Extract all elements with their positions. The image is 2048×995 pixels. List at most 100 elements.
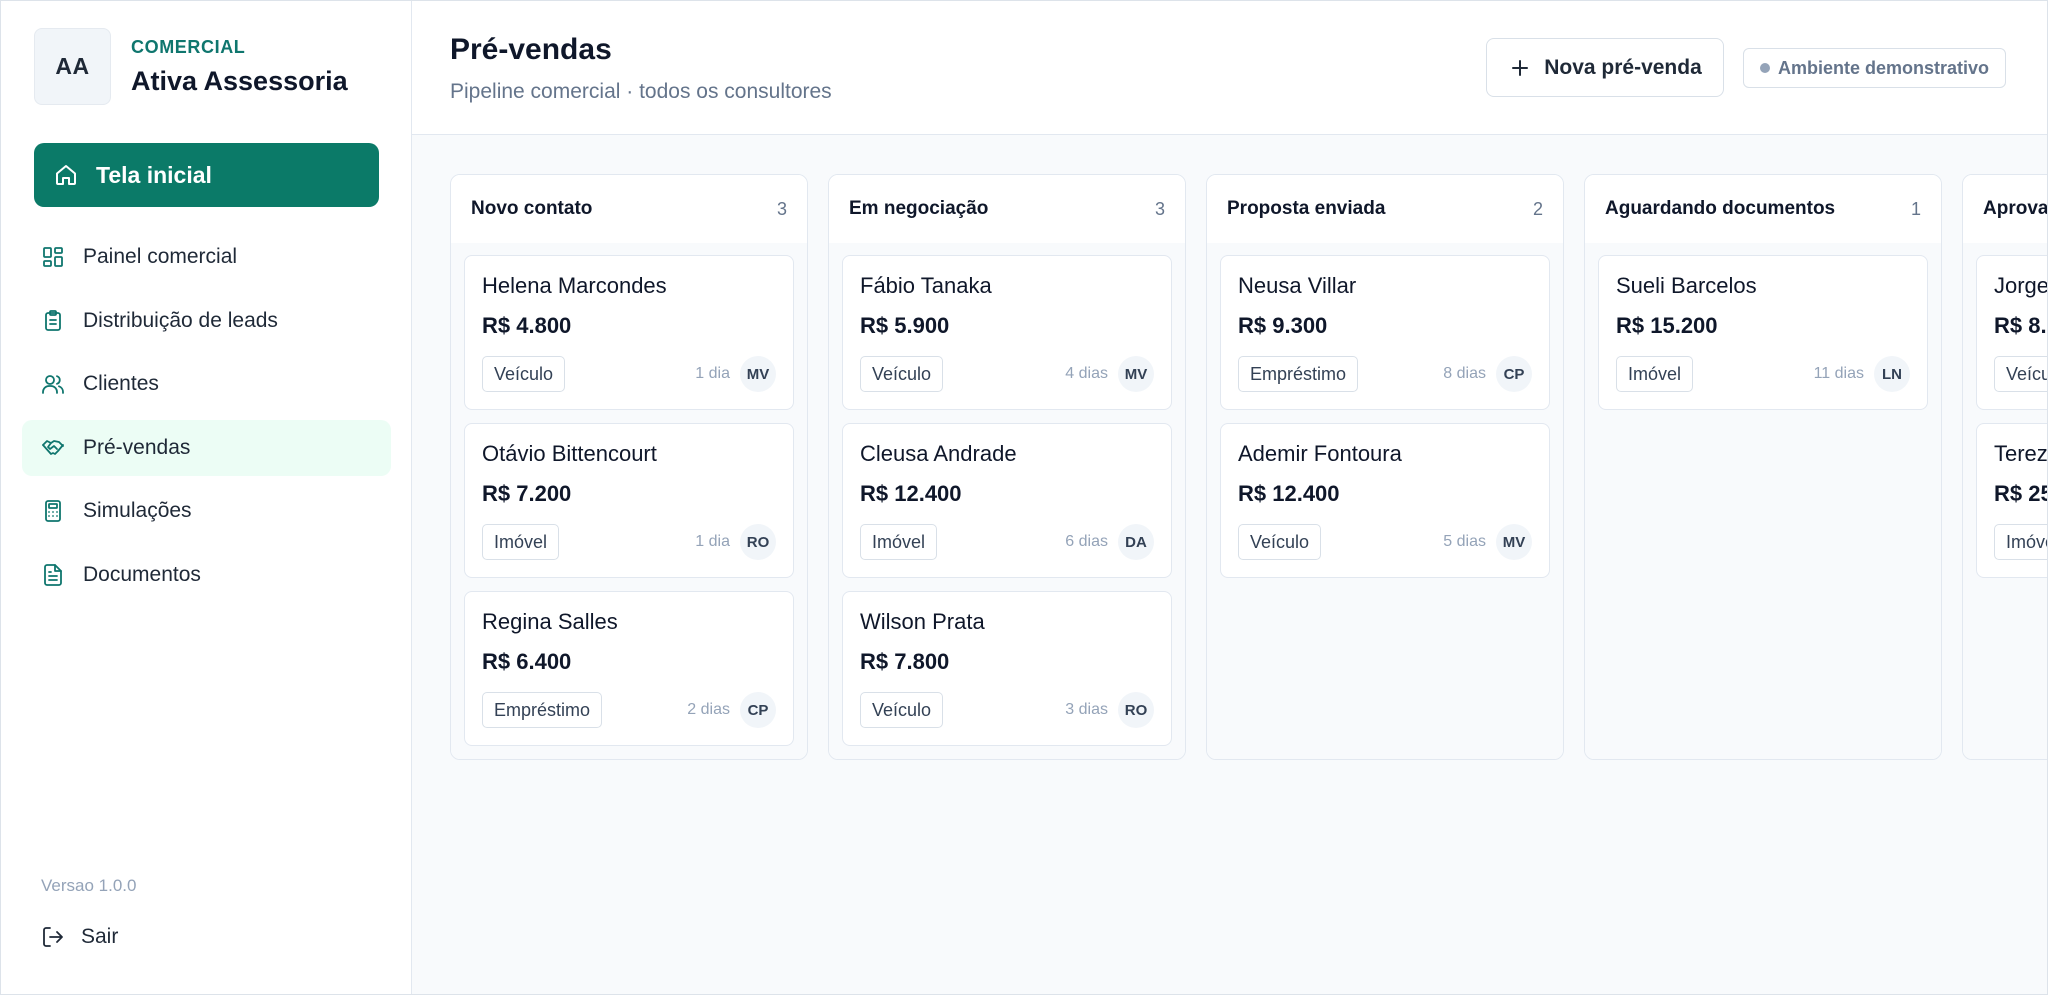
column-header: Aguardando documentos 1 bbox=[1585, 175, 1941, 243]
deal-card[interactable]: Regina Salles R$ 6.400 Empréstimo 2 dias… bbox=[464, 591, 794, 746]
owner-avatar: CP bbox=[740, 692, 776, 728]
app-version: Versao 1.0.0 bbox=[41, 876, 137, 895]
card-meta: 1 dia RO bbox=[695, 524, 776, 560]
card-meta: 6 dias DA bbox=[1065, 524, 1154, 560]
deal-card[interactable]: Helena Marcondes R$ 4.800 Veículo 1 dia … bbox=[464, 255, 794, 410]
deal-value: R$ 7.200 bbox=[482, 481, 572, 506]
sidebar-item-label: Pré-vendas bbox=[83, 435, 191, 459]
client-name: Neusa Villar bbox=[1238, 273, 1357, 298]
owner-avatar: MV bbox=[740, 356, 776, 392]
product-tag: Veículo bbox=[482, 356, 566, 392]
card-footer: Empréstimo 8 dias CP bbox=[1238, 356, 1532, 392]
column-title: Aguardando documentos bbox=[1605, 198, 1836, 219]
sidebar-item-simulacoes[interactable]: Simulações bbox=[22, 483, 391, 539]
deal-card[interactable]: Terez R$ 25 Imóve bbox=[1976, 423, 2047, 578]
users-icon bbox=[41, 372, 65, 396]
column-body: Neusa Villar R$ 9.300 Empréstimo 8 dias … bbox=[1207, 243, 1563, 759]
deal-age: 2 dias bbox=[687, 701, 730, 718]
column-count: 3 bbox=[1154, 198, 1165, 219]
brand-avatar: AA bbox=[34, 28, 111, 105]
owner-avatar: RO bbox=[1118, 692, 1154, 728]
owner-avatar: DA bbox=[1118, 524, 1154, 560]
sidebar-item-distribuicao-de-leads[interactable]: Distribuição de leads bbox=[22, 293, 391, 349]
column-header: Novo contato 3 bbox=[451, 175, 807, 243]
deal-card[interactable]: Neusa Villar R$ 9.300 Empréstimo 8 dias … bbox=[1220, 255, 1550, 410]
owner-avatar: RO bbox=[740, 524, 776, 560]
deal-card[interactable]: Otávio Bittencourt R$ 7.200 Imóvel 1 dia… bbox=[464, 423, 794, 578]
new-pre-sale-button[interactable]: Nova pré-venda bbox=[1486, 38, 1724, 97]
owner-avatar: MV bbox=[1496, 524, 1532, 560]
document-icon bbox=[41, 563, 65, 587]
deal-value: R$ 12.400 bbox=[1238, 481, 1340, 506]
page-subtitle: Pipeline comercial · todos os consultore… bbox=[450, 80, 832, 103]
column-body: Fábio Tanaka R$ 5.900 Veículo 4 dias MV … bbox=[829, 243, 1185, 759]
card-meta: 4 dias MV bbox=[1065, 356, 1154, 392]
deal-age: 5 dias bbox=[1443, 533, 1486, 550]
column-body: Jorge R$ 8. Veícu Terez R$ 25 Imóve bbox=[1963, 243, 2047, 759]
deal-card[interactable]: Jorge R$ 8. Veícu bbox=[1976, 255, 2047, 410]
sidebar-item-documentos[interactable]: Documentos bbox=[22, 547, 391, 603]
sidebar-item-painel-comercial[interactable]: Painel comercial bbox=[22, 229, 391, 285]
deal-age: 8 dias bbox=[1443, 365, 1486, 382]
product-tag: Veículo bbox=[860, 692, 944, 728]
sidebar-item-label: Documentos bbox=[83, 562, 201, 586]
sidebar-item-clientes[interactable]: Clientes bbox=[22, 356, 391, 412]
client-name: Sueli Barcelos bbox=[1616, 273, 1757, 298]
deal-age: 11 dias bbox=[1813, 365, 1864, 382]
column-count: 1 bbox=[1910, 198, 1921, 219]
column-title: Novo contato bbox=[471, 198, 593, 219]
pipeline-column: Aguardando documentos 1 Sueli Barcelos R… bbox=[1584, 174, 1942, 760]
logout-button[interactable]: Sair bbox=[41, 925, 118, 949]
card-meta: 2 dias CP bbox=[687, 692, 776, 728]
deal-value: R$ 15.200 bbox=[1616, 313, 1718, 338]
app-window: AA COMERCIAL Ativa Assessoria Tela inici… bbox=[0, 0, 2048, 995]
pipeline-column: Novo contato 3 Helena Marcondes R$ 4.800… bbox=[450, 174, 808, 760]
column-body: Helena Marcondes R$ 4.800 Veículo 1 dia … bbox=[451, 243, 807, 759]
card-meta: 3 dias RO bbox=[1065, 692, 1154, 728]
client-name: Cleusa Andrade bbox=[860, 441, 1017, 466]
card-footer: Veículo 3 dias RO bbox=[860, 692, 1154, 728]
card-meta: 5 dias MV bbox=[1443, 524, 1532, 560]
sidebar-item-pre-vendas[interactable]: Pré-vendas bbox=[22, 419, 391, 476]
deal-value: R$ 7.800 bbox=[860, 649, 950, 674]
column-title: Em negociação bbox=[849, 198, 989, 219]
brand-name: Ativa Assessoria bbox=[131, 65, 348, 96]
owner-avatar: MV bbox=[1118, 356, 1154, 392]
home-button-label: Tela inicial bbox=[96, 161, 212, 188]
card-footer: Veícu bbox=[1994, 356, 2047, 392]
sidebar-item-label: Clientes bbox=[83, 372, 159, 395]
card-meta: 11 dias LN bbox=[1814, 356, 1910, 392]
pipeline-column: Em negociação 3 Fábio Tanaka R$ 5.900 Ve… bbox=[828, 174, 1186, 760]
column-count: 3 bbox=[776, 198, 787, 219]
deal-card[interactable]: Ademir Fontoura R$ 12.400 Veículo 5 dias… bbox=[1220, 423, 1550, 578]
card-footer: Imóve bbox=[1994, 524, 2047, 560]
deal-value: R$ 25 bbox=[1994, 481, 2047, 506]
column-count: 2 bbox=[1532, 198, 1543, 219]
deal-age: 3 dias bbox=[1065, 701, 1108, 718]
deal-card[interactable]: Cleusa Andrade R$ 12.400 Imóvel 6 dias D… bbox=[842, 423, 1172, 578]
card-footer: Imóvel 1 dia RO bbox=[482, 524, 776, 560]
client-name: Wilson Prata bbox=[860, 609, 985, 634]
plus-icon bbox=[1508, 56, 1532, 80]
new-pre-sale-label: Nova pré-venda bbox=[1544, 55, 1702, 79]
client-name: Fábio Tanaka bbox=[860, 273, 992, 298]
client-name: Terez bbox=[1994, 441, 2047, 466]
owner-avatar: CP bbox=[1496, 356, 1532, 392]
deal-card[interactable]: Fábio Tanaka R$ 5.900 Veículo 4 dias MV bbox=[842, 255, 1172, 410]
client-name: Helena Marcondes bbox=[482, 273, 667, 298]
owner-avatar: LN bbox=[1874, 356, 1910, 392]
column-header: Aprova bbox=[1963, 175, 2047, 243]
deal-value: R$ 6.400 bbox=[482, 649, 572, 674]
card-footer: Imóvel 11 dias LN bbox=[1616, 356, 1910, 392]
deal-age: 1 dia bbox=[695, 365, 730, 382]
client-name: Ademir Fontoura bbox=[1238, 441, 1402, 466]
page-title: Pré-vendas bbox=[450, 33, 612, 66]
deal-card[interactable]: Sueli Barcelos R$ 15.200 Imóvel 11 dias … bbox=[1598, 255, 1928, 410]
deal-value: R$ 8. bbox=[1994, 313, 2047, 338]
client-name: Jorge bbox=[1994, 273, 2047, 298]
deal-card[interactable]: Wilson Prata R$ 7.800 Veículo 3 dias RO bbox=[842, 591, 1172, 746]
home-icon bbox=[54, 163, 78, 187]
home-button[interactable]: Tela inicial bbox=[34, 143, 379, 207]
product-tag: Veículo bbox=[1238, 524, 1322, 560]
product-tag: Veículo bbox=[860, 356, 944, 392]
